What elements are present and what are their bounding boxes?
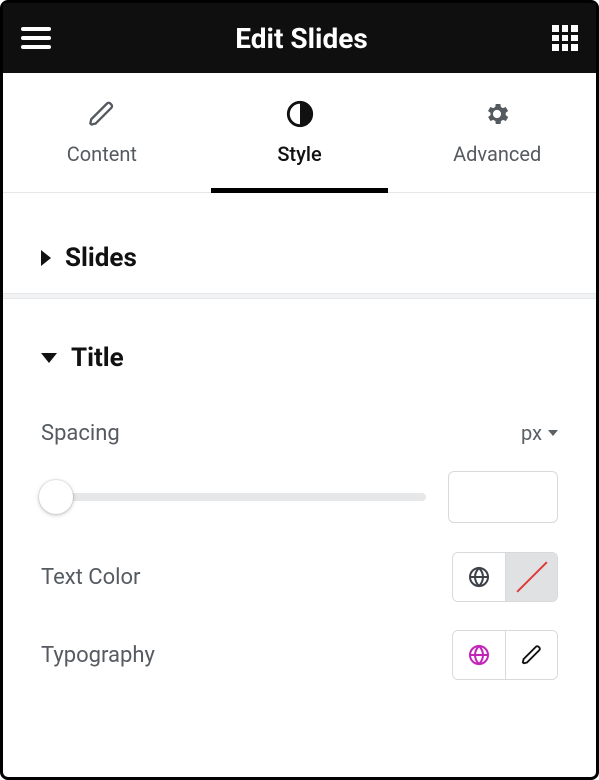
menu-icon[interactable]	[21, 27, 51, 49]
tab-advanced-label: Advanced	[453, 142, 541, 166]
section-slides-label: Slides	[65, 243, 137, 273]
spacing-slider-row	[3, 471, 596, 523]
chevron-down-icon	[548, 430, 558, 436]
spacing-unit-value: px	[521, 421, 542, 445]
tab-content[interactable]: Content	[3, 73, 201, 192]
spacing-slider[interactable]	[41, 493, 426, 501]
text-color-swatch[interactable]	[505, 553, 557, 601]
globe-icon	[467, 565, 491, 589]
text-color-controls	[452, 552, 558, 602]
globe-icon	[467, 643, 491, 667]
text-color-global-button[interactable]	[453, 553, 505, 601]
tab-content-label: Content	[67, 142, 137, 166]
spacing-row: Spacing px	[3, 403, 596, 463]
typography-label: Typography	[41, 643, 155, 668]
typography-global-button[interactable]	[453, 631, 505, 679]
gear-icon	[483, 100, 511, 128]
apps-grid-icon[interactable]	[552, 25, 578, 51]
text-color-row: Text Color	[3, 547, 596, 607]
section-title-label: Title	[71, 343, 124, 373]
tab-advanced[interactable]: Advanced	[398, 73, 596, 192]
chevron-down-icon	[41, 353, 57, 363]
tabs: Content Style Advanced	[3, 73, 596, 193]
pencil-icon	[88, 100, 116, 128]
tab-style-label: Style	[277, 142, 321, 166]
spacing-slider-thumb[interactable]	[39, 480, 73, 514]
chevron-right-icon	[41, 250, 51, 266]
page-title: Edit Slides	[51, 22, 552, 55]
typography-controls	[452, 630, 558, 680]
section-title[interactable]: Title	[41, 323, 558, 393]
spacing-unit-dropdown[interactable]: px	[521, 421, 558, 445]
spacing-input[interactable]	[448, 471, 558, 523]
half-circle-icon	[286, 100, 314, 128]
spacing-label: Spacing	[41, 421, 120, 446]
text-color-label: Text Color	[41, 565, 141, 590]
tab-style[interactable]: Style	[201, 73, 399, 192]
typography-row: Typography	[3, 625, 596, 685]
pencil-icon	[521, 644, 543, 666]
typography-edit-button[interactable]	[505, 631, 557, 679]
header-bar: Edit Slides	[3, 3, 596, 73]
section-slides[interactable]: Slides	[41, 223, 558, 293]
